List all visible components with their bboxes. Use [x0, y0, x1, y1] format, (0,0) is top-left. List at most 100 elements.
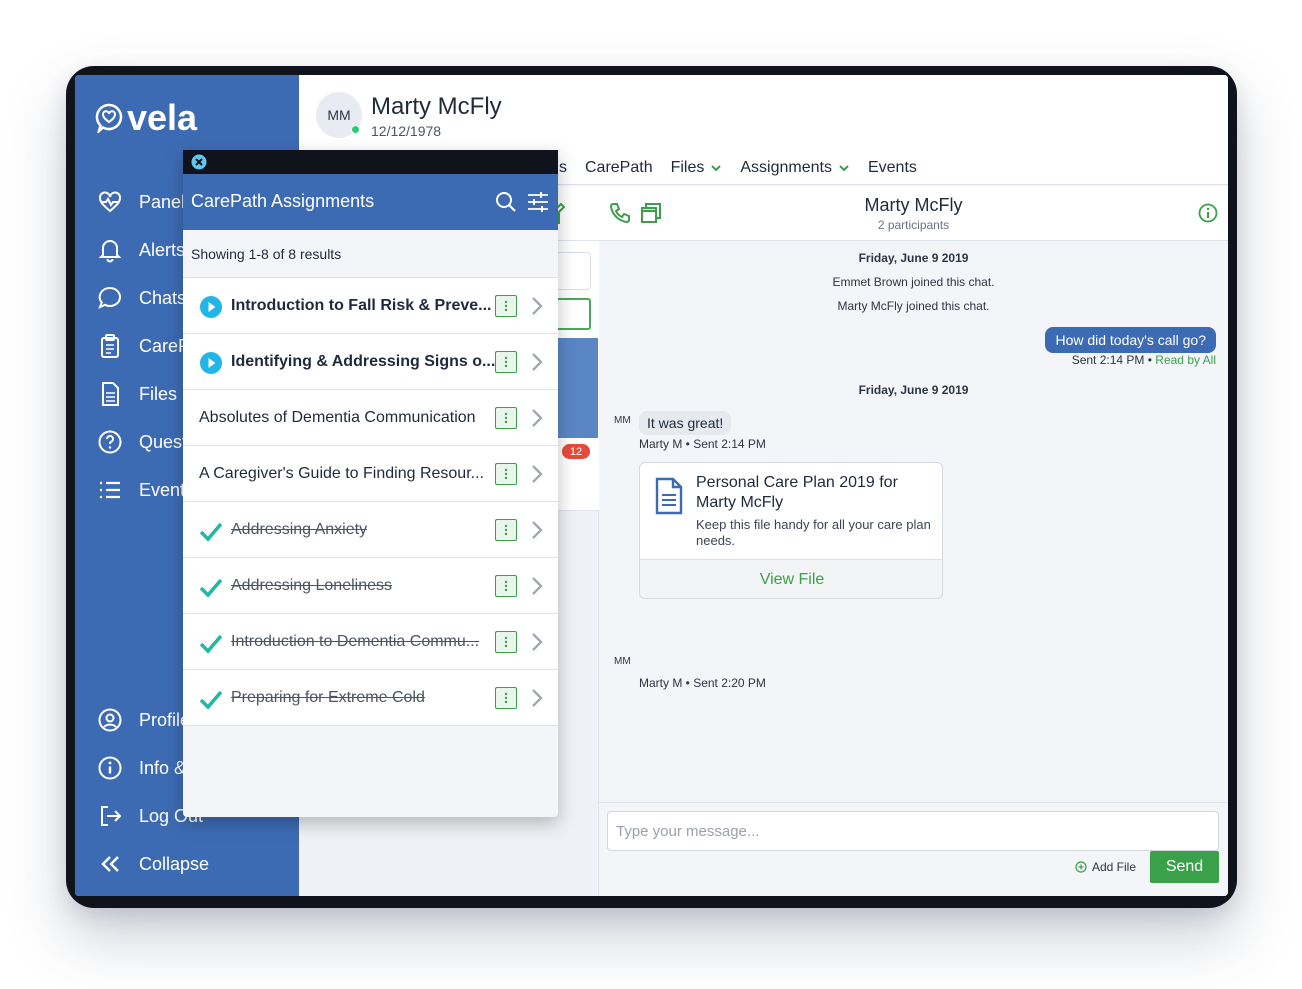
chat-header: Marty McFly 2 participants: [599, 186, 1228, 241]
tab-label: Events: [867, 159, 917, 176]
popover-titlebar: [183, 150, 558, 174]
checkmark-icon: [199, 690, 223, 710]
row-menu-button[interactable]: [495, 407, 517, 429]
assignment-row[interactable]: Introduction to Dementia Commu...: [183, 614, 558, 670]
row-menu-button[interactable]: [495, 575, 517, 597]
popover-header: CarePath Assignments: [183, 174, 558, 230]
chevron-right-icon[interactable]: [530, 631, 544, 653]
bell-icon: [98, 240, 122, 263]
chevron-right-icon[interactable]: [530, 407, 544, 429]
assignment-row[interactable]: Introduction to Fall Risk & Preve...: [183, 278, 558, 334]
chevron-right-icon[interactable]: [530, 687, 544, 709]
assignment-title: Preparing for Extreme Cold: [231, 689, 425, 706]
brand-logo[interactable]: vela: [95, 97, 197, 139]
add-file-label: Add File: [1092, 860, 1137, 874]
sidebar-item-panel[interactable]: Panel: [97, 187, 185, 217]
play-circle-icon: [200, 296, 222, 318]
vertical-dots-icon: [504, 300, 508, 312]
assignment-title: Addressing Anxiety: [231, 521, 368, 538]
row-menu-button[interactable]: [495, 295, 517, 317]
sidebar-item-alerts[interactable]: Alerts: [97, 235, 185, 265]
tab-carepath[interactable]: CarePath: [585, 159, 653, 177]
heart-pulse-icon: [99, 191, 121, 213]
chevron-down-icon: [711, 165, 722, 172]
chat-title: Marty McFly: [864, 195, 963, 215]
message-input[interactable]: [607, 811, 1219, 851]
vertical-dots-icon: [504, 468, 508, 480]
file-description: Keep this file handy for all your care p…: [696, 517, 931, 548]
chevron-right-icon[interactable]: [530, 519, 544, 541]
file-icon: [102, 382, 119, 406]
assignment-row[interactable]: Absolutes of Dementia Communication: [183, 390, 558, 446]
sidebar-item-chats[interactable]: Chats: [97, 283, 186, 313]
assignment-row[interactable]: Preparing for Extreme Cold: [183, 670, 558, 726]
chat-pane: Marty McFly 2 participants Friday, June …: [599, 186, 1228, 896]
send-button[interactable]: Send: [1150, 851, 1219, 883]
brand-name: vela: [127, 97, 198, 138]
chevron-down-icon: [839, 165, 849, 172]
assignment-row[interactable]: Addressing Loneliness: [183, 558, 558, 614]
file-attachment-card: Personal Care Plan 2019 for Marty McFly …: [639, 462, 943, 599]
chat-participants: 2 participants: [877, 218, 950, 232]
sidebar-item-files[interactable]: Files: [97, 379, 177, 409]
patient-tabs: s CarePath Files Assignments Events: [559, 159, 917, 177]
add-file-button[interactable]: Add File: [1075, 860, 1136, 874]
vertical-dots-icon: [504, 636, 508, 648]
tab-assignments[interactable]: Assignments: [740, 159, 850, 177]
sent-time: Sent 2:14 PM •: [1071, 353, 1152, 367]
sidebar-item-collapse[interactable]: Collapse: [97, 849, 209, 879]
date-divider: Friday, June 9 2019: [858, 383, 969, 397]
chevron-right-icon[interactable]: [530, 463, 544, 485]
row-menu-button[interactable]: [495, 519, 517, 541]
system-message: Emmet Brown joined this chat.: [832, 275, 995, 289]
message-composer: Add File Send: [599, 802, 1228, 896]
assignment-title: Identifying & Addressing Signs o...: [231, 353, 496, 370]
outgoing-message-meta: Sent 2:14 PM • Read by All: [1072, 353, 1216, 367]
chevron-right-icon[interactable]: [530, 575, 544, 597]
row-menu-button[interactable]: [495, 351, 517, 373]
assignment-title: Absolutes of Dementia Communication: [199, 409, 476, 426]
assignment-title: Introduction to Fall Risk & Preve...: [231, 297, 492, 314]
incoming-message-meta: Marty M • Sent 2:14 PM: [639, 437, 766, 451]
search-icon[interactable]: [495, 191, 517, 213]
chevron-right-icon[interactable]: [530, 351, 544, 373]
filter-sliders-icon[interactable]: [526, 191, 550, 213]
file-message-meta: Marty M • Sent 2:20 PM: [639, 676, 766, 690]
assignments-list: Introduction to Fall Risk & Preve... Iden…: [183, 278, 558, 726]
assignment-row[interactable]: A Caregiver's Guide to Finding Resour...: [183, 446, 558, 502]
sender-avatar: MM: [614, 415, 631, 426]
assignment-title: Addressing Loneliness: [231, 577, 392, 594]
tab-files[interactable]: Files: [671, 159, 723, 177]
close-icon[interactable]: [191, 154, 207, 170]
info-icon[interactable]: [1198, 203, 1218, 223]
tab-chats[interactable]: s: [559, 159, 567, 177]
sidebar-item-events[interactable]: Events: [97, 475, 194, 505]
chat-icon: [98, 286, 121, 309]
play-circle-icon: [200, 352, 222, 374]
sidebar-item-label: Files: [139, 383, 178, 404]
vertical-dots-icon: [504, 692, 508, 704]
row-menu-button[interactable]: [495, 687, 517, 709]
logout-icon: [101, 806, 122, 826]
view-file-button[interactable]: View File: [640, 559, 942, 598]
tab-label: Files: [670, 159, 705, 176]
vertical-dots-icon: [504, 412, 508, 424]
sidebar-item-label: Panel: [139, 191, 186, 212]
tab-label: CarePath: [585, 159, 653, 176]
chevrons-left-icon: [101, 856, 119, 872]
sidebar-item-label: Collapse: [139, 853, 210, 874]
tab-events[interactable]: Events: [868, 159, 917, 177]
incoming-message: It was great!: [639, 411, 732, 435]
row-menu-button[interactable]: [495, 631, 517, 653]
vela-logo-icon: [95, 103, 123, 133]
checkmark-icon: [199, 634, 223, 654]
file-title: Personal Care Plan 2019 for Marty McFly: [696, 474, 898, 511]
plus-circle-icon: [1075, 861, 1087, 873]
patient-dob: 12/12/1978: [371, 123, 442, 139]
assignment-row[interactable]: Addressing Anxiety: [183, 502, 558, 558]
row-menu-button[interactable]: [495, 463, 517, 485]
unread-badge: 12: [562, 444, 590, 459]
chevron-right-icon[interactable]: [530, 295, 544, 317]
assignment-row[interactable]: Identifying & Addressing Signs o...: [183, 334, 558, 390]
sidebar-item-profile[interactable]: Profile: [97, 705, 190, 735]
